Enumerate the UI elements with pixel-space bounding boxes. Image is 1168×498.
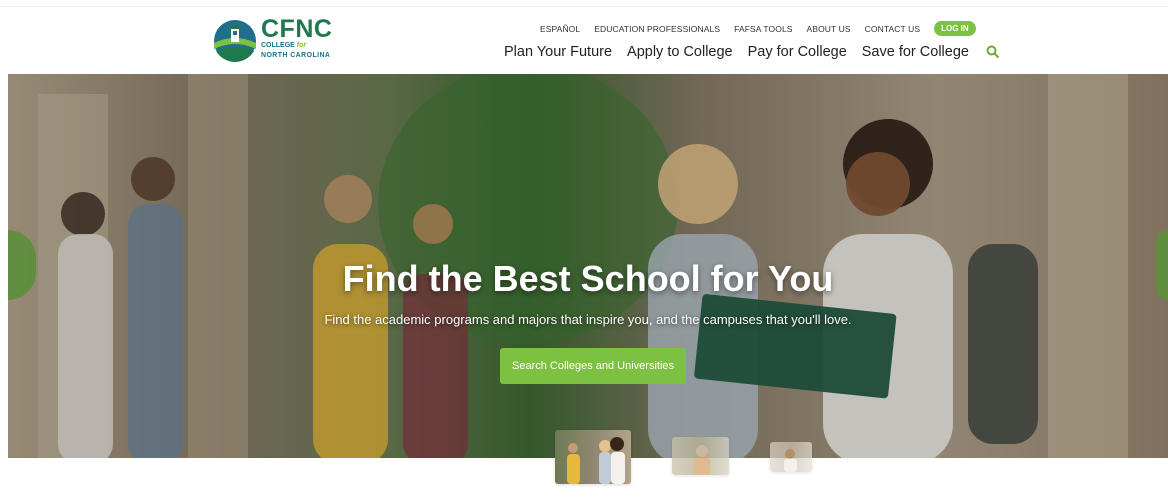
cfnc-logo[interactable]: CFNC COLLEGE for NORTH CAROLINA	[213, 15, 343, 63]
site-header: CFNC COLLEGE for NORTH CAROLINA ESPAÑOL …	[0, 7, 1168, 74]
search-colleges-button[interactable]: Search Colleges and Universities	[500, 348, 686, 384]
carousel-thumbnail-2[interactable]	[672, 437, 729, 475]
logo-line-2: NORTH CAROLINA	[261, 52, 331, 59]
utility-nav: ESPAÑOL EDUCATION PROFESSIONALS FAFSA TO…	[540, 21, 976, 36]
nav-save-for-college[interactable]: Save for College	[862, 44, 969, 60]
thumbnail-image	[784, 449, 797, 472]
utility-link-about-us[interactable]: ABOUT US	[807, 24, 851, 34]
hero-banner: Find the Best School for You Find the ac…	[8, 74, 1168, 458]
utility-link-education-professionals[interactable]: EDUCATION PROFESSIONALS	[594, 24, 720, 34]
search-icon[interactable]	[986, 45, 1000, 59]
thumbnail-image	[694, 445, 710, 475]
carousel-next-button[interactable]	[1156, 230, 1168, 300]
hero-subtitle: Find the academic programs and majors th…	[324, 312, 852, 327]
logo-abbreviation: CFNC	[261, 15, 333, 43]
utility-link-contact-us[interactable]: CONTACT US	[865, 24, 920, 34]
main-nav: Plan Your Future Apply to College Pay fo…	[504, 44, 1000, 60]
carousel-thumbnail-1[interactable]	[555, 430, 631, 484]
logo-emblem-icon	[214, 20, 256, 62]
carousel-prev-button[interactable]	[8, 230, 36, 300]
login-button[interactable]: LOG IN	[934, 21, 976, 36]
nav-apply-to-college[interactable]: Apply to College	[627, 44, 733, 60]
logo-line-1: COLLEGE for	[261, 42, 307, 49]
thumbnail-image	[567, 437, 625, 484]
utility-link-fafsa-tools[interactable]: FAFSA TOOLS	[734, 24, 792, 34]
hero-title: Find the Best School for You	[342, 258, 834, 299]
utility-link-espanol[interactable]: ESPAÑOL	[540, 24, 580, 34]
carousel-thumbnail-3[interactable]	[770, 442, 812, 472]
chevron-left-icon	[8, 230, 36, 300]
nav-plan-your-future[interactable]: Plan Your Future	[504, 44, 612, 60]
chevron-right-icon	[1156, 230, 1168, 300]
nav-pay-for-college[interactable]: Pay for College	[748, 44, 847, 60]
